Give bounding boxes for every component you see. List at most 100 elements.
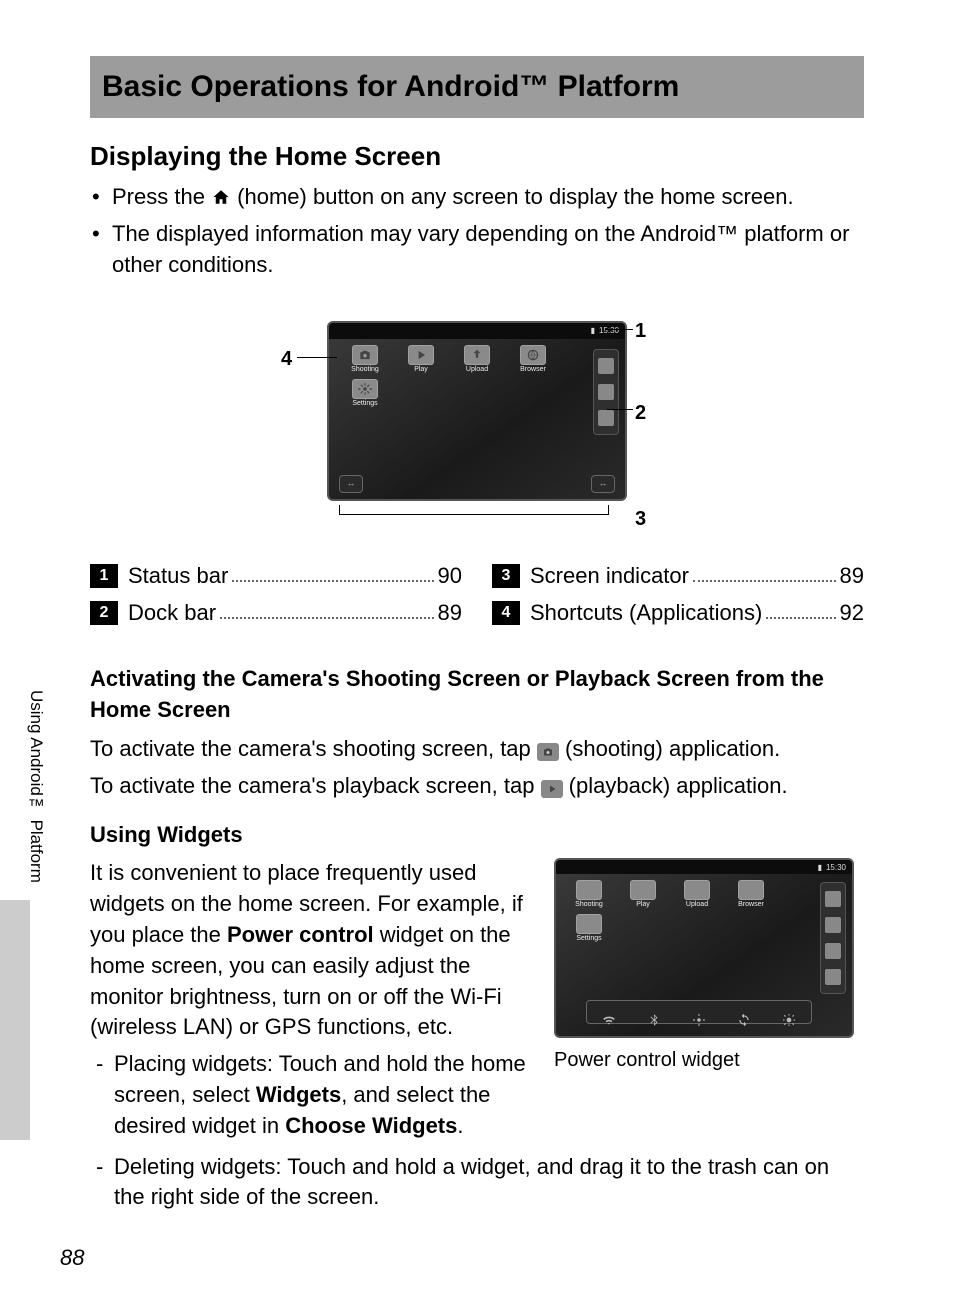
widget-caption: Power control widget (554, 1046, 864, 1074)
callout-line (607, 409, 633, 410)
brightness-icon (782, 1005, 796, 1019)
legend-dots (693, 570, 836, 582)
play-icon (408, 345, 434, 365)
dock-item-icon (598, 358, 614, 374)
legend: 1 Status bar 90 2 Dock bar 89 3 Screen i… (90, 561, 864, 635)
dock-item-icon (825, 969, 841, 985)
status-bar: ▮ 15:30 (329, 323, 625, 339)
dash-item-placing: Placing widgets: Touch and hold the home… (114, 1049, 534, 1141)
app-label: Upload (466, 365, 488, 375)
legend-dots (232, 570, 433, 582)
app-settings: Settings (339, 379, 391, 409)
bullet1-text-b: (home) button on any screen to display t… (237, 184, 793, 209)
app-label: Play (636, 900, 650, 910)
legend-label: Status bar (128, 561, 228, 592)
legend-number: 3 (492, 564, 520, 588)
upload-icon (684, 880, 710, 900)
dock-item-icon (598, 410, 614, 426)
home-screen-diagram: ▮ 15:30 Shooting Play Upload Br (287, 321, 667, 541)
bullet1-text-a: Press the (112, 184, 211, 209)
screen-indicator-right: ↔ (591, 475, 615, 493)
legend-row-4: 4 Shortcuts (Applications) 92 (492, 598, 864, 629)
text: . (457, 1113, 463, 1138)
app-label: Settings (352, 399, 377, 409)
app-label: Play (414, 365, 428, 375)
callout-3: 3 (635, 505, 646, 533)
legend-label: Dock bar (128, 598, 216, 629)
dash-item-deleting: Deleting widgets: Touch and hold a widge… (114, 1152, 864, 1214)
legend-label: Shortcuts (Applications) (530, 598, 762, 629)
legend-number: 1 (90, 564, 118, 588)
dock-bar (820, 882, 846, 994)
dock-bar (593, 349, 619, 435)
widgets-dash-list: Placing widgets: Touch and hold the home… (90, 1049, 534, 1141)
app-label: Shooting (351, 365, 379, 375)
app-play: Play (618, 880, 668, 910)
widgets-dash-list-cont: Deleting widgets: Touch and hold a widge… (90, 1152, 864, 1214)
page-title: Basic Operations for Android™ Platform (90, 56, 864, 118)
dock-grid-icon (825, 917, 841, 933)
gear-icon (576, 914, 602, 934)
battery-icon: ▮ (818, 862, 822, 873)
upload-icon (464, 345, 490, 365)
bullet-variation: The displayed information may vary depen… (112, 219, 864, 281)
para-playback: To activate the camera's playback screen… (90, 771, 864, 802)
para-shooting: To activate the camera's shooting screen… (90, 734, 864, 765)
dock-item-icon (825, 943, 841, 959)
globe-icon (738, 880, 764, 900)
bold-text: Power control (227, 922, 374, 947)
text: (playback) application. (569, 773, 788, 798)
camera-icon (352, 345, 378, 365)
legend-page: 90 (438, 561, 462, 592)
callout-line (605, 329, 633, 330)
callout-line (297, 357, 337, 358)
app-label: Shooting (575, 900, 603, 910)
play-icon (630, 880, 656, 900)
status-time: 15:30 (826, 862, 846, 873)
dock-item-icon (825, 891, 841, 907)
screen-indicator-left: ↔ (339, 475, 363, 493)
app-label: Upload (686, 900, 708, 910)
legend-row-2: 2 Dock bar 89 (90, 598, 462, 629)
text: To activate the camera's playback screen… (90, 773, 541, 798)
power-control-widget (586, 1000, 812, 1024)
app-browser: Browser (507, 345, 559, 375)
callout-2: 2 (635, 399, 646, 427)
home-bullet-list: Press the (home) button on any screen to… (90, 182, 864, 280)
gear-icon (352, 379, 378, 399)
text: To activate the camera's shooting screen… (90, 736, 537, 761)
battery-icon: ▮ (591, 325, 595, 336)
shortcut-grid: Shooting Play Upload Browser Settings (339, 345, 559, 409)
app-upload: Upload (451, 345, 503, 375)
bluetooth-icon (647, 1005, 661, 1019)
app-upload: Upload (672, 880, 722, 910)
legend-dots (220, 607, 433, 619)
section-heading-home: Displaying the Home Screen (90, 138, 864, 174)
legend-number: 4 (492, 601, 520, 625)
app-label: Browser (520, 365, 546, 375)
play-icon (541, 780, 563, 798)
callout-4: 4 (281, 345, 292, 373)
app-shooting: Shooting (339, 345, 391, 375)
legend-page: 92 (840, 598, 864, 629)
legend-label: Screen indicator (530, 561, 689, 592)
app-shooting: Shooting (564, 880, 614, 910)
bold-text: Choose Widgets (285, 1113, 457, 1138)
legend-row-3: 3 Screen indicator 89 (492, 561, 864, 592)
legend-dots (766, 607, 835, 619)
legend-page: 89 (438, 598, 462, 629)
device-frame: ▮ 15:30 Shooting Play Upload Br (327, 321, 627, 501)
widgets-intro: It is convenient to place frequently use… (90, 858, 534, 1043)
shortcut-grid: Shooting Play Upload Browser Settings (564, 880, 776, 944)
camera-icon (576, 880, 602, 900)
status-bar: ▮ 15:30 (556, 860, 852, 874)
legend-number: 2 (90, 601, 118, 625)
widget-device-frame: ▮ 15:30 Shooting Play Upload Browser Set… (554, 858, 854, 1038)
section-heading-activating: Activating the Camera's Shooting Screen … (90, 664, 864, 726)
bullet-home-press: Press the (home) button on any screen to… (112, 182, 864, 215)
globe-icon (520, 345, 546, 365)
text: (shooting) application. (565, 736, 780, 761)
section-heading-widgets: Using Widgets (90, 820, 864, 851)
dock-grid-icon (598, 384, 614, 400)
gps-icon (692, 1005, 706, 1019)
